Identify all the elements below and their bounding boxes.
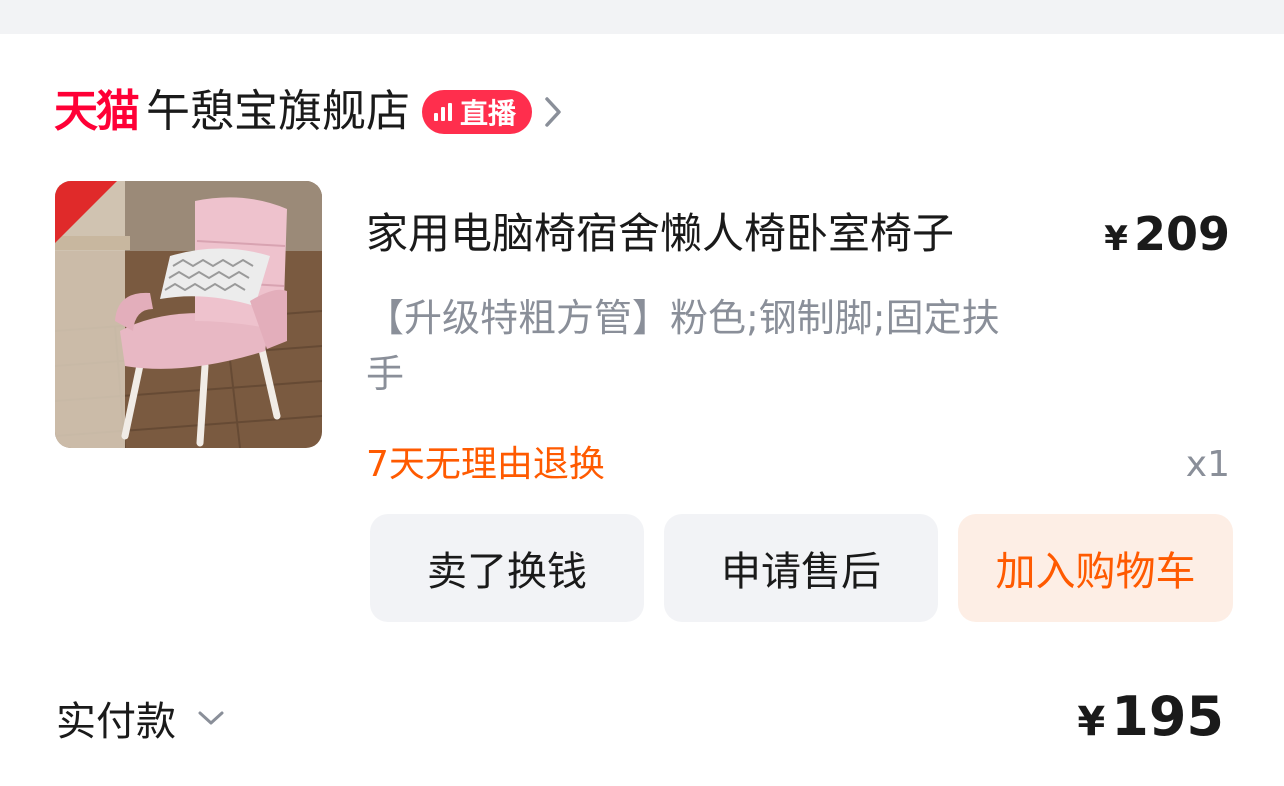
currency-symbol: ¥	[1104, 219, 1128, 259]
sell-button[interactable]: 卖了换钱	[370, 514, 644, 622]
chevron-down-icon[interactable]	[196, 708, 226, 728]
live-label: 直播	[460, 97, 517, 130]
add-to-cart-button[interactable]: 加入购物车	[958, 514, 1233, 622]
paid-amount-toggle[interactable]: 实付款	[56, 688, 226, 748]
product-thumbnail[interactable]	[55, 181, 322, 448]
chevron-right-icon[interactable]	[542, 95, 564, 129]
store-header[interactable]: 天猫 午憩宝旗舰店 直播	[54, 82, 564, 142]
paid-label: 实付款	[56, 699, 176, 745]
after-sales-button[interactable]: 申请售后	[664, 514, 938, 622]
product-spec[interactable]: 【升级特粗方管】粉色;钢制脚;固定扶手	[366, 290, 1026, 402]
price-value: 209	[1133, 207, 1230, 261]
product-price: ¥209	[1104, 206, 1230, 267]
product-title[interactable]: 家用电脑椅宿舍懒人椅卧室椅子	[366, 206, 954, 262]
tmall-logo: 天猫	[54, 86, 140, 137]
store-name[interactable]: 午憩宝旗舰店	[146, 90, 410, 134]
product-quantity: x1	[1185, 444, 1230, 485]
live-bars-icon	[434, 103, 452, 121]
total-value: 195	[1111, 685, 1224, 748]
total-currency-symbol: ¥	[1077, 699, 1106, 745]
return-policy-tag: 7天无理由退换	[366, 444, 605, 485]
live-badge[interactable]: 直播	[422, 90, 533, 134]
paid-amount: ¥195	[1077, 684, 1224, 755]
